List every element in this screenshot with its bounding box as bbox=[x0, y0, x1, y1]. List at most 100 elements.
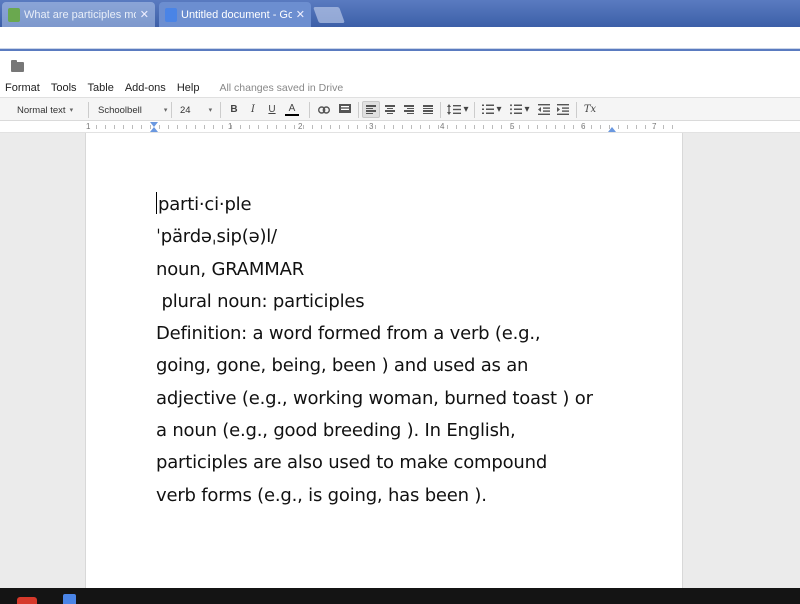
ruler-tick bbox=[96, 125, 97, 129]
ruler-tick bbox=[501, 125, 502, 129]
document-line-1[interactable]: parti·ci·ple bbox=[156, 189, 656, 221]
ruler-tick bbox=[483, 125, 484, 129]
ruler-tick bbox=[330, 125, 331, 129]
font-size-value: 24 bbox=[180, 104, 191, 116]
new-tab-button[interactable] bbox=[313, 7, 345, 23]
tree-favicon-icon bbox=[8, 7, 20, 22]
ruler-tick bbox=[456, 125, 457, 129]
font-size-dropdown[interactable]: 24 ▾ bbox=[180, 100, 212, 120]
ruler: 1 1 2 3 4 5 6 7 bbox=[0, 121, 800, 133]
bold-button[interactable]: B bbox=[226, 101, 242, 118]
insert-comment-button[interactable] bbox=[337, 101, 353, 118]
ruler-tick bbox=[240, 125, 241, 129]
ruler-tick bbox=[276, 125, 277, 129]
decrease-indent-icon bbox=[538, 104, 550, 115]
ruler-tick bbox=[267, 125, 268, 129]
align-center-button[interactable] bbox=[382, 101, 398, 118]
line-spacing-button[interactable]: ▾ bbox=[446, 101, 470, 118]
align-left-button[interactable] bbox=[362, 101, 380, 118]
ruler-tick bbox=[375, 125, 376, 129]
ruler-tick bbox=[582, 125, 583, 129]
os-taskbar bbox=[0, 588, 800, 604]
increase-indent-button[interactable] bbox=[555, 101, 571, 118]
ruler-tick bbox=[555, 125, 556, 129]
youtube-app-icon[interactable] bbox=[17, 597, 37, 604]
ruler-tick bbox=[177, 125, 178, 129]
comment-icon bbox=[339, 104, 351, 113]
document-line-8[interactable]: a noun (e.g., good breeding ). In Englis… bbox=[156, 415, 656, 447]
ruler-tick bbox=[114, 125, 115, 129]
browser-tabstrip: What are participles mo ✕ Untitled docum… bbox=[0, 0, 800, 27]
paragraph-style-dropdown[interactable]: Normal text ▾ bbox=[17, 100, 73, 120]
menu-tools[interactable]: Tools bbox=[51, 82, 77, 94]
document-line-4[interactable]: plural noun: participles bbox=[156, 286, 656, 318]
font-family-value: Schoolbell bbox=[98, 104, 142, 116]
tab-title: What are participles mo bbox=[24, 8, 136, 21]
bulleted-list-button[interactable]: ▾ bbox=[508, 101, 532, 118]
divider bbox=[220, 102, 221, 118]
paragraph-style-value: Normal text bbox=[17, 104, 66, 116]
text-color-button[interactable]: A bbox=[283, 101, 301, 118]
close-icon[interactable]: ✕ bbox=[140, 8, 149, 21]
numbered-list-button[interactable]: ▾ bbox=[480, 101, 504, 118]
ruler-label: 1 bbox=[86, 122, 91, 131]
document-line-5[interactable]: Definition: a word formed from a verb (e… bbox=[156, 318, 656, 350]
document-line-6[interactable]: going, gone, being, been ) and used as a… bbox=[156, 350, 656, 382]
ruler-tick bbox=[366, 125, 367, 129]
docs-favicon-icon bbox=[165, 7, 177, 22]
ruler-tick bbox=[294, 125, 295, 129]
ruler-tick bbox=[393, 125, 394, 129]
divider bbox=[358, 102, 359, 118]
menu-table[interactable]: Table bbox=[88, 82, 114, 94]
ruler-tick bbox=[105, 125, 106, 129]
document-page[interactable]: parti·ci·ple ˈpärdəˌsip(ə)l/ noun, GRAMM… bbox=[85, 133, 683, 588]
close-icon[interactable]: ✕ bbox=[296, 8, 305, 21]
document-line-2[interactable]: ˈpärdəˌsip(ə)l/ bbox=[156, 221, 656, 253]
menu-add-ons[interactable]: Add-ons bbox=[125, 82, 166, 94]
ruler-tick bbox=[474, 125, 475, 129]
ruler-tick bbox=[591, 125, 592, 129]
document-line-10[interactable]: verb forms (e.g., is going, has been ). bbox=[156, 480, 656, 512]
docs-app-icon[interactable] bbox=[63, 594, 76, 604]
left-indent-handle[interactable] bbox=[150, 127, 158, 132]
ruler-tick bbox=[168, 125, 169, 129]
browser-tab-participles[interactable]: What are participles mo ✕ bbox=[2, 2, 155, 27]
ruler-tick bbox=[420, 125, 421, 129]
folder-icon[interactable] bbox=[11, 60, 24, 72]
underline-button[interactable]: U bbox=[264, 101, 280, 118]
menu-format[interactable]: Format bbox=[5, 82, 40, 94]
ruler-tick bbox=[609, 125, 610, 129]
italic-button[interactable]: I bbox=[245, 101, 261, 118]
save-status[interactable]: All changes saved in Drive bbox=[219, 82, 343, 94]
formatting-toolbar: Normal text ▾ Schoolbell ▾ 24 ▾ B I U A … bbox=[0, 97, 800, 121]
ruler-tick bbox=[258, 125, 259, 129]
menu-help[interactable]: Help bbox=[177, 82, 200, 94]
clear-formatting-button[interactable]: Tx bbox=[582, 101, 598, 118]
link-button[interactable] bbox=[316, 101, 332, 118]
ruler-tick bbox=[195, 125, 196, 129]
divider bbox=[88, 102, 89, 118]
ruler-tick bbox=[672, 125, 673, 129]
divider bbox=[309, 102, 310, 118]
address-bar[interactable] bbox=[0, 27, 800, 49]
ruler-tick bbox=[519, 125, 520, 129]
document-body[interactable]: parti·ci·ple ˈpärdəˌsip(ə)l/ noun, GRAMM… bbox=[156, 189, 656, 512]
font-family-dropdown[interactable]: Schoolbell ▾ bbox=[98, 100, 167, 120]
text-cursor bbox=[156, 192, 157, 214]
document-line-7[interactable]: adjective (e.g., working woman, burned t… bbox=[156, 383, 656, 415]
justify-button[interactable] bbox=[420, 101, 436, 118]
align-right-button[interactable] bbox=[401, 101, 417, 118]
document-line-9[interactable]: participles are also used to make compou… bbox=[156, 447, 656, 479]
ruler-tick bbox=[546, 125, 547, 129]
ruler-tick bbox=[645, 125, 646, 129]
chevron-down-icon: ▾ bbox=[69, 107, 74, 114]
decrease-indent-button[interactable] bbox=[536, 101, 552, 118]
document-line-3[interactable]: noun, GRAMMAR bbox=[156, 254, 656, 286]
ruler-tick bbox=[303, 125, 304, 129]
browser-tab-document[interactable]: Untitled document - Goo ✕ bbox=[159, 2, 311, 27]
ruler-tick bbox=[402, 125, 403, 129]
ruler-tick bbox=[339, 125, 340, 129]
ruler-label: 2 bbox=[298, 122, 303, 131]
chevron-down-icon: ▾ bbox=[496, 104, 502, 115]
increase-indent-icon bbox=[557, 104, 569, 115]
